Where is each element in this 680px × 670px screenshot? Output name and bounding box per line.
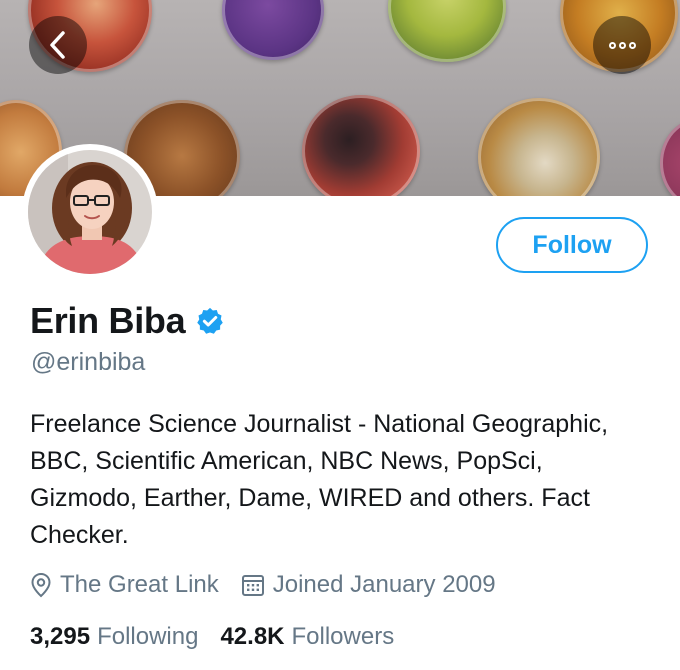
- following-count: 3,295: [30, 623, 91, 650]
- avatar-photo: [28, 150, 152, 274]
- username-handle: @erinbiba: [31, 348, 146, 376]
- joined-date-text: Joined January 2009: [272, 571, 496, 598]
- follow-button[interactable]: Follow: [496, 217, 648, 273]
- followers-label: Followers: [291, 623, 395, 650]
- avatar[interactable]: [22, 144, 158, 280]
- more-options-button[interactable]: [593, 16, 651, 74]
- more-dots-icon: [608, 41, 636, 49]
- petri-dish: [478, 98, 600, 196]
- petri-dish: [388, 0, 506, 62]
- profile-stats: 3,295 Following 42.8K Followers: [30, 620, 394, 654]
- location-text: The Great Link: [60, 571, 219, 598]
- profile-page: Follow Erin Biba @erinbiba Freelance Sci…: [0, 0, 680, 670]
- petri-dish: [660, 118, 680, 196]
- verified-badge-icon: [197, 307, 224, 334]
- back-button[interactable]: [29, 16, 87, 74]
- location-pin-icon: [31, 572, 51, 598]
- profile-bio: Freelance Science Journalist - National …: [30, 410, 609, 549]
- following-label: Following: [97, 623, 199, 650]
- followers-stat[interactable]: 42.8K Followers: [220, 623, 394, 651]
- chevron-left-icon: [50, 31, 65, 59]
- location-item: The Great Link: [30, 571, 219, 599]
- display-name: Erin Biba: [30, 300, 186, 341]
- calendar-icon: [241, 575, 264, 596]
- following-stat[interactable]: 3,295 Following: [30, 623, 198, 651]
- follow-button-label: Follow: [532, 230, 612, 259]
- profile-meta: The Great Link Joined January 2009: [30, 568, 496, 602]
- followers-count: 42.8K: [220, 623, 285, 650]
- joined-item: Joined January 2009: [241, 571, 496, 599]
- profile-name-row: Erin Biba: [30, 296, 225, 346]
- petri-dish: [302, 95, 420, 196]
- petri-dish: [222, 0, 324, 60]
